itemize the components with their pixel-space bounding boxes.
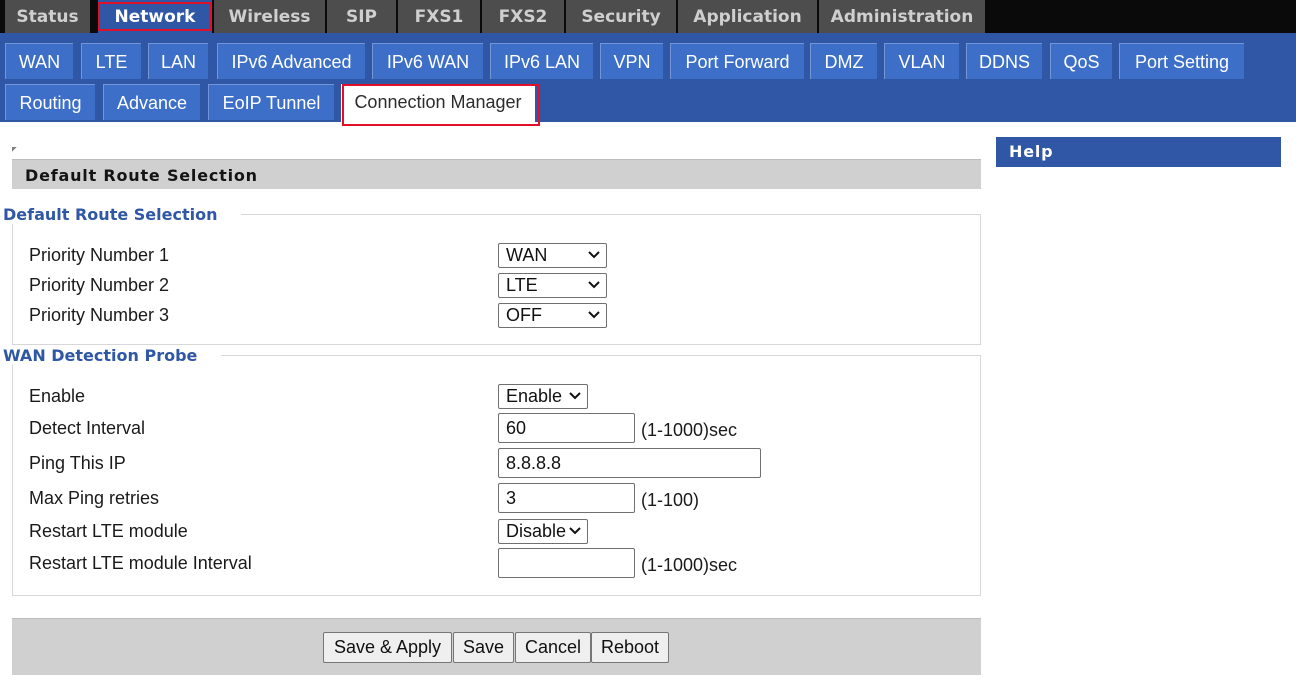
restart-interval-input[interactable] [498,548,635,578]
subtab-vlan[interactable]: VLAN [884,43,959,79]
restart-interval-unit: (1-1000)sec [641,555,738,575]
priority-3-value: OFF [506,305,542,325]
enable-value: Enable [506,386,563,406]
subtab-ipv6-advanced[interactable]: IPv6 Advanced [217,43,365,79]
subtab-ipv6-lan[interactable]: IPv6 LAN [490,43,593,79]
detect-interval-label: Detect Interval [29,418,146,438]
subtab-lan[interactable]: LAN [148,43,208,79]
priority-1-label: Priority Number 1 [29,245,170,265]
tab-fxs1[interactable]: FXS1 [398,0,480,33]
subtab-wan[interactable]: WAN [5,43,73,79]
priority-3-select[interactable]: OFF [498,303,607,328]
chevron-down-icon [588,251,600,259]
wan-probe-legend: WAN Detection Probe [3,346,222,365]
cancel-button[interactable]: Cancel [515,632,591,663]
chevron-down-icon [588,311,600,319]
restart-lte-select[interactable]: Disable [498,519,588,544]
restart-lte-label: Restart LTE module [29,521,188,541]
top-nav-bar: Status Network Wireless SIP FXS1 FXS2 Se… [0,0,1296,33]
tab-security[interactable]: Security [566,0,676,33]
priority-2-value: LTE [506,275,538,295]
chevron-down-icon [569,527,581,535]
help-title: Help [1009,142,1054,161]
tab-wireless[interactable]: Wireless [214,0,325,33]
priority-2-select[interactable]: LTE [498,273,607,298]
tab-administration[interactable]: Administration [819,0,985,33]
action-button-bar: Save & Apply Save Cancel Reboot [12,618,981,675]
tab-status[interactable]: Status [5,0,90,33]
subtab-port-setting[interactable]: Port Setting [1119,43,1244,79]
priority-1-select[interactable]: WAN [498,243,607,268]
tab-fxs2[interactable]: FXS2 [482,0,564,33]
subtab-eoip-tunnel[interactable]: EoIP Tunnel [208,84,334,120]
restart-lte-value: Disable [506,521,567,541]
chevron-down-icon [569,392,581,400]
priority-1-value: WAN [506,245,548,265]
max-ping-unit: (1-100) [641,490,700,510]
corner-marker-icon [12,147,17,152]
chevron-down-icon [588,281,600,289]
tab-application[interactable]: Application [678,0,817,33]
enable-label: Enable [29,386,86,406]
tab-network[interactable]: Network [98,0,212,33]
save-button[interactable]: Save [453,632,514,663]
ping-ip-label: Ping This IP [29,453,126,473]
priority-3-label: Priority Number 3 [29,305,170,325]
restart-interval-label: Restart LTE module Interval [29,553,252,573]
section-title: Default Route Selection [25,166,258,185]
max-ping-input[interactable]: 3 [498,483,635,513]
subtab-port-forward[interactable]: Port Forward [670,43,804,79]
section-header: Default Route Selection [12,159,981,189]
reboot-button[interactable]: Reboot [591,632,669,663]
detect-interval-unit: (1-1000)sec [641,420,738,440]
help-panel-header: Help [996,137,1281,167]
subtab-routing[interactable]: Routing [5,84,95,120]
subtab-ipv6-wan[interactable]: IPv6 WAN [372,43,483,79]
sub-nav-panel: WAN LTE LAN IPv6 Advanced IPv6 WAN IPv6 … [0,33,1296,122]
tab-sip[interactable]: SIP [327,0,396,33]
enable-select[interactable]: Enable [498,384,588,409]
subtab-vpn[interactable]: VPN [600,43,663,79]
subtab-ddns[interactable]: DDNS [966,43,1042,79]
subtab-qos[interactable]: QoS [1050,43,1112,79]
detect-interval-input[interactable]: 60 [498,413,635,443]
save-apply-button[interactable]: Save & Apply [323,632,452,663]
subtab-advance[interactable]: Advance [103,84,200,120]
subtab-dmz[interactable]: DMZ [810,43,877,79]
max-ping-label: Max Ping retries [29,488,160,508]
subtab-lte[interactable]: LTE [81,43,141,79]
subtab-connection-manager[interactable]: Connection Manager [341,84,535,122]
ping-ip-input[interactable]: 8.8.8.8 [498,448,761,478]
default-route-legend: Default Route Selection [3,205,242,224]
priority-2-label: Priority Number 2 [29,275,170,295]
